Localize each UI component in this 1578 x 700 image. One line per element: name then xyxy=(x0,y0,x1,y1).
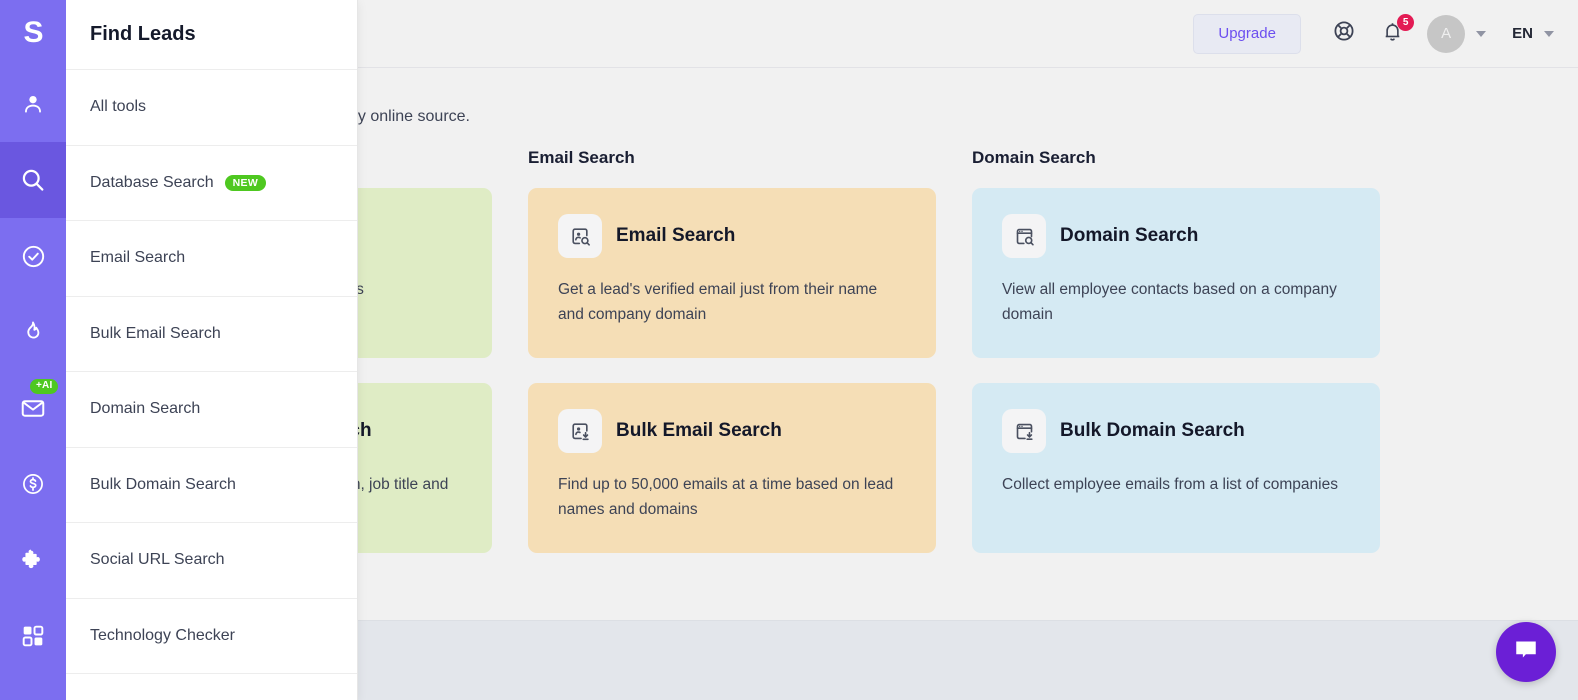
card-title: Email Search xyxy=(616,225,735,247)
column-title: Domain Search xyxy=(972,148,1380,168)
panel-item-label: Technology Checker xyxy=(90,627,235,645)
card-email-search[interactable]: Email Search Get a lead's verified email… xyxy=(528,188,936,358)
panel-item-label: Bulk Email Search xyxy=(90,325,221,343)
card-header: Domain Search xyxy=(1002,214,1348,258)
language-chevron-down-icon[interactable] xyxy=(1544,31,1554,37)
panel-item-all-tools[interactable]: All tools xyxy=(66,70,357,146)
account-chevron-down-icon[interactable] xyxy=(1476,31,1486,37)
puzzle-icon xyxy=(20,547,46,573)
column-domain-search: Domain Search xyxy=(972,148,1380,578)
rail-item-billing[interactable] xyxy=(0,446,66,522)
card-title: Bulk Email Search xyxy=(616,420,782,442)
panel-item-label: Bulk Domain Search xyxy=(90,476,236,494)
panel-item-email-search[interactable]: Email Search xyxy=(66,221,357,297)
card-bulk-domain-search[interactable]: Bulk Domain Search Collect employee emai… xyxy=(972,383,1380,553)
dollar-circle-icon xyxy=(20,471,46,497)
panel-item-label: Database Search xyxy=(90,174,214,192)
card-bulk-email-search[interactable]: Bulk Email Search Find up to 50,000 emai… xyxy=(528,383,936,553)
bulk-email-search-icon xyxy=(558,409,602,453)
left-rail: S xyxy=(0,0,66,700)
panel-item-bulk-domain-search[interactable]: Bulk Domain Search xyxy=(66,448,357,524)
rail-item-warmup[interactable] xyxy=(0,294,66,370)
envelope-icon xyxy=(19,394,47,422)
panel-item-bulk-email-search[interactable]: Bulk Email Search xyxy=(66,297,357,373)
lifebuoy-icon xyxy=(1332,19,1356,48)
notification-badge: 5 xyxy=(1397,14,1414,31)
upgrade-button[interactable]: Upgrade xyxy=(1193,14,1301,54)
language-selector[interactable]: EN xyxy=(1512,25,1554,42)
email-search-icon xyxy=(558,214,602,258)
magnifier-icon xyxy=(19,166,47,194)
new-badge: NEW xyxy=(225,175,266,192)
notifications-button[interactable]: 5 xyxy=(1375,17,1409,51)
card-header: Bulk Email Search xyxy=(558,409,904,453)
chat-bubble-icon xyxy=(1511,635,1541,670)
column-email-search: Email Search Email Search xyxy=(528,148,936,578)
card-title: Bulk Domain Search xyxy=(1060,420,1245,442)
find-leads-panel: Find Leads All tools Database Search NEW… xyxy=(66,0,358,700)
language-label: EN xyxy=(1512,25,1533,42)
rail-item-integrations[interactable] xyxy=(0,522,66,598)
panel-item-technology-checker[interactable]: Technology Checker xyxy=(66,599,357,675)
panel-item-database-search[interactable]: Database Search NEW xyxy=(66,146,357,222)
rail-item-profile[interactable] xyxy=(0,66,66,142)
rail-item-campaigns[interactable]: +AI xyxy=(0,370,66,446)
person-icon xyxy=(20,91,46,117)
card-description: Find up to 50,000 emails at a time based… xyxy=(558,473,904,523)
rail-item-verify[interactable] xyxy=(0,218,66,294)
panel-title: Find Leads xyxy=(66,0,357,70)
chat-launcher-button[interactable] xyxy=(1496,622,1556,682)
card-description: Collect employee emails from a list of c… xyxy=(1002,473,1348,498)
rail-item-apps[interactable] xyxy=(0,598,66,674)
grid-icon xyxy=(20,623,46,649)
card-header: Bulk Domain Search xyxy=(1002,409,1348,453)
panel-item-label: All tools xyxy=(90,98,146,116)
avatar[interactable]: A xyxy=(1427,15,1465,53)
panel-item-label: Social URL Search xyxy=(90,551,225,569)
card-description: View all employee contacts based on a co… xyxy=(1002,278,1348,328)
rail-badge-ai: +AI xyxy=(30,379,58,394)
panel-item-label: Domain Search xyxy=(90,400,200,418)
panel-item-social-url-search[interactable]: Social URL Search xyxy=(66,523,357,599)
panel-item-domain-search[interactable]: Domain Search xyxy=(66,372,357,448)
panel-item-label: Email Search xyxy=(90,249,185,267)
card-header: Email Search xyxy=(558,214,904,258)
column-title: Email Search xyxy=(528,148,936,168)
app-logo[interactable]: S xyxy=(0,0,66,66)
bulk-domain-search-icon xyxy=(1002,409,1046,453)
card-description: Get a lead's verified email just from th… xyxy=(558,278,904,328)
app-root: S xyxy=(0,0,1578,700)
card-title: Domain Search xyxy=(1060,225,1198,247)
check-circle-icon xyxy=(20,243,47,270)
help-button[interactable] xyxy=(1327,17,1361,51)
flame-icon xyxy=(20,319,46,345)
card-domain-search[interactable]: Domain Search View all employee contacts… xyxy=(972,188,1380,358)
domain-search-icon xyxy=(1002,214,1046,258)
rail-item-search[interactable] xyxy=(0,142,66,218)
